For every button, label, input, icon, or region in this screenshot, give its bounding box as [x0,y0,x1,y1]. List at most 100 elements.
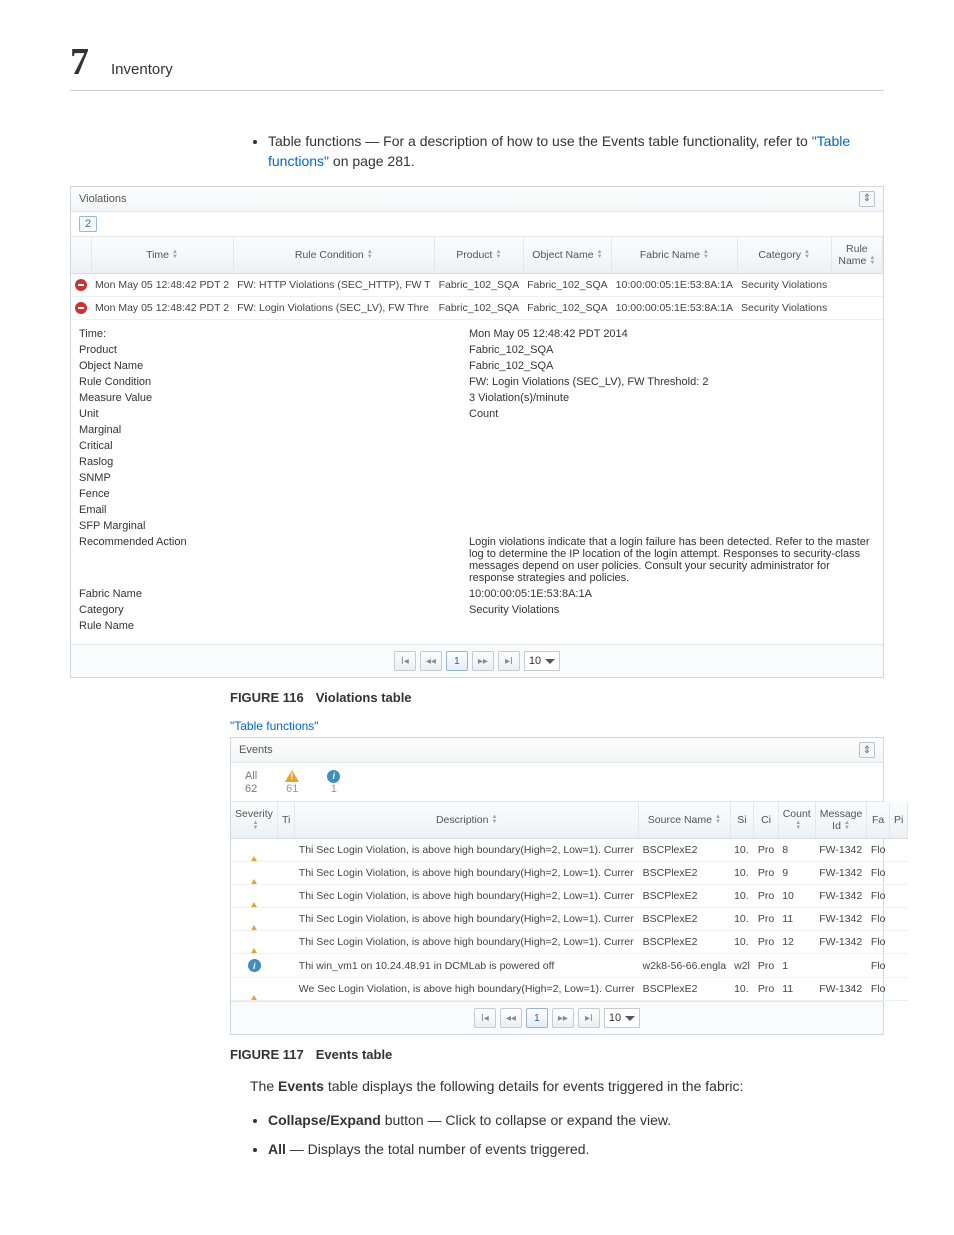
detail-label: SNMP [79,470,469,486]
detail-value: Fabric_102_SQA [469,342,875,358]
table-row[interactable]: Thi Sec Login Violation, is above high b… [231,885,908,908]
cell-fa: Flo [867,885,890,908]
pager-last[interactable]: ▸I [578,1008,600,1028]
col-src[interactable]: Source Name▲▼ [639,802,730,839]
col-desc[interactable]: Description▲▼ [295,802,639,839]
cell-ti [277,908,294,931]
cell-prod: Fabric_102_SQA [435,296,524,319]
pager-size[interactable]: 10 [604,1008,640,1028]
pager-next[interactable]: ▸▸ [472,651,494,671]
detail-value: Login violations indicate that a login f… [469,534,875,586]
stop-icon [75,302,87,314]
cell-msg: FW-1342 [815,908,867,931]
cell-ti [277,978,294,1001]
table-row[interactable]: We Sec Login Violation, is above high bo… [231,978,908,1001]
table-row[interactable]: Thi Sec Login Violation, is above high b… [231,839,908,862]
col-pi[interactable]: Pi [889,802,907,839]
info-icon: i [248,959,261,972]
filter-badge[interactable]: 2 [79,216,97,232]
sort-icon: ▲▼ [252,821,258,831]
pager-size[interactable]: 10 [524,651,560,671]
events-header: Events ⇕ [231,738,883,763]
sort-icon: ▲▼ [804,250,810,260]
warning-icon [285,770,299,782]
table-row[interactable]: i Thi win_vm1 on 10.24.48.91 in DCMLab i… [231,954,908,978]
pager-current[interactable]: 1 [526,1008,548,1028]
table-row[interactable]: Thi Sec Login Violation, is above high b… [231,931,908,954]
pager-first[interactable]: I◂ [474,1008,496,1028]
bullet-bold: Collapse/Expand [268,1112,381,1128]
col-msgid[interactable]: Message Id▲▼ [815,802,867,839]
cell-fa: Flo [867,978,890,1001]
col-fa[interactable]: Fa [867,802,890,839]
col-objname[interactable]: Object Name▲▼ [523,237,612,274]
bullet-text: — Displays the total number of events tr… [286,1141,589,1157]
cell-si: 10. [730,839,754,862]
detail-row: SNMP [79,470,875,486]
col-category[interactable]: Category▲▼ [737,237,831,274]
cell-fab: 10:00:00:05:1E:53:8A:1A [612,273,737,296]
cell-pi [889,954,907,978]
stop-icon [75,279,87,291]
bullet-all: All — Displays the total number of event… [268,1139,884,1159]
cell-desc: Thi win_vm1 on 10.24.48.91 in DCMLab is … [295,954,639,978]
table-row[interactable]: Mon May 05 12:48:42 PDT 2 FW: Login Viol… [71,296,883,319]
intro-text: Table functions — For a description of h… [268,133,812,149]
detail-value [469,438,875,454]
figure117-caption: FIGURE 117Events table [230,1047,884,1062]
events-head-row: Severity▲▼ Ti Description▲▼ Source Name▲… [231,802,908,839]
sort-icon: ▲▼ [715,815,721,825]
warning-icon [247,844,261,862]
col-si[interactable]: Si [730,802,754,839]
cell-si: 10. [730,978,754,1001]
detail-row: Time:Mon May 05 12:48:42 PDT 2014 [79,326,875,342]
table-row[interactable]: Thi Sec Login Violation, is above high b… [231,862,908,885]
cell-desc: Thi Sec Login Violation, is above high b… [295,908,639,931]
cell-ti [277,839,294,862]
detail-row: Measure Value3 Violation(s)/minute [79,390,875,406]
tab-all[interactable]: All 62 [245,769,257,795]
cell-desc: Thi Sec Login Violation, is above high b… [295,862,639,885]
pager-next[interactable]: ▸▸ [552,1008,574,1028]
cell-rule [831,273,882,296]
tab-info[interactable]: i 1 [327,769,340,795]
warning-icon [247,936,261,954]
pager-first[interactable]: I◂ [394,651,416,671]
col-time[interactable]: Time▲▼ [91,237,233,274]
col-ti[interactable]: Ti [277,802,294,839]
cell-ci: Pro [754,885,778,908]
pager-current[interactable]: 1 [446,651,468,671]
col-fabname[interactable]: Fabric Name▲▼ [612,237,737,274]
col-rulename[interactable]: Rule Name▲▼ [831,237,882,274]
collapse-icon[interactable]: ⇕ [859,742,875,758]
detail-row: CategorySecurity Violations [79,602,875,618]
sort-icon: ▲▼ [844,821,850,831]
col-rulecond[interactable]: Rule Condition▲▼ [233,237,435,274]
cell-src: BSCPlexE2 [639,839,730,862]
cell-src: BSCPlexE2 [639,885,730,908]
detail-label: SFP Marginal [79,518,469,534]
col-count[interactable]: Count▲▼ [778,802,815,839]
col-product[interactable]: Product▲▼ [435,237,524,274]
table-row[interactable]: Thi Sec Login Violation, is above high b… [231,908,908,931]
cell-desc: Thi Sec Login Violation, is above high b… [295,839,639,862]
cell-pi [889,885,907,908]
detail-row: Object NameFabric_102_SQA [79,358,875,374]
pager-last[interactable]: ▸I [498,651,520,671]
cell-ci: Pro [754,931,778,954]
cell-rule [831,296,882,319]
table-functions-link2[interactable]: "Table functions" [230,719,884,733]
tab-warn[interactable]: 61 [285,769,299,795]
table-row[interactable]: Mon May 05 12:48:42 PDT 2 FW: HTTP Viola… [71,273,883,296]
col-severity[interactable]: Severity▲▼ [231,802,277,839]
cell-obj: Fabric_102_SQA [523,273,612,296]
events-panel: Events ⇕ All 62 61 i 1 Severity▲▼ Ti Des… [230,737,884,1035]
cell-ti [277,862,294,885]
col-ci[interactable]: Ci [754,802,778,839]
collapse-icon[interactable]: ⇕ [859,191,875,207]
detail-label: Raslog [79,454,469,470]
pager-prev[interactable]: ◂◂ [420,651,442,671]
intro-suffix: on page 281. [329,153,415,169]
cell-ci: Pro [754,978,778,1001]
pager-prev[interactable]: ◂◂ [500,1008,522,1028]
